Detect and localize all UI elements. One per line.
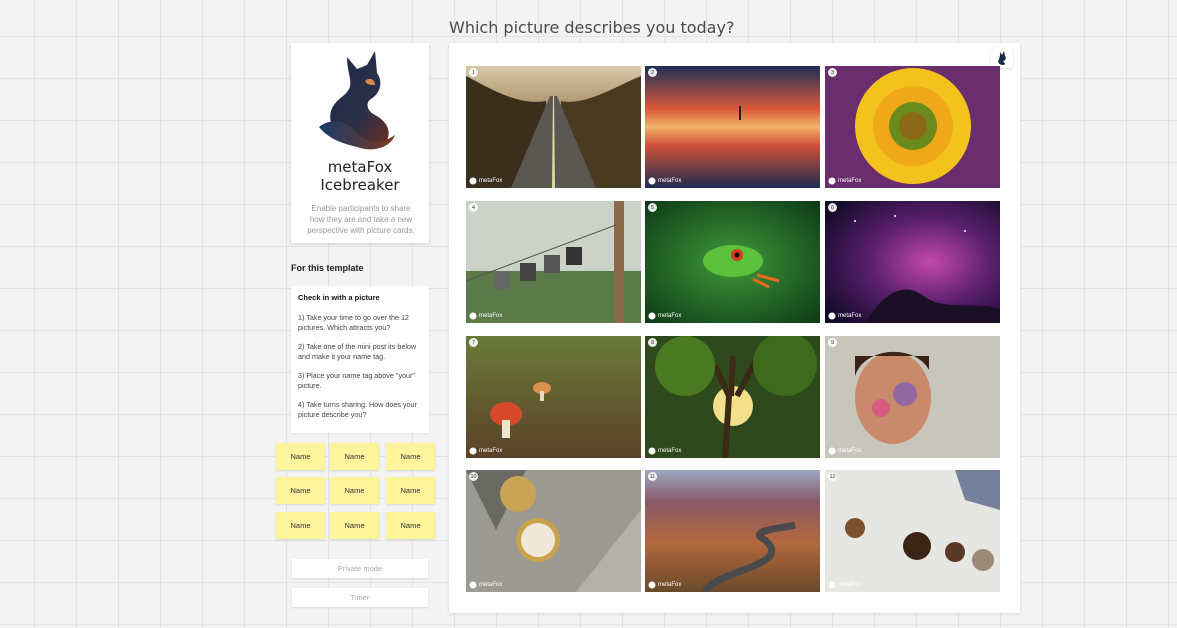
picture-number: 5 xyxy=(648,203,657,212)
watermark-text: metaFox xyxy=(838,178,862,184)
fox-logo-icon xyxy=(319,51,395,150)
name-tag-sticky[interactable]: Name xyxy=(386,477,435,504)
watermark-text: metaFox xyxy=(838,448,862,454)
picture-number: 3 xyxy=(828,68,837,77)
private-mode-button[interactable]: Private mode xyxy=(292,559,428,578)
logo-card[interactable]: metaFox Icebreaker Enable participants t… xyxy=(291,43,429,243)
template-section-heading: For this template xyxy=(291,263,364,273)
child-photo xyxy=(825,336,1000,458)
name-tag-sticky[interactable]: Name xyxy=(276,477,325,504)
watermark: metaFox xyxy=(469,312,502,320)
watermark: metaFox xyxy=(469,177,502,185)
picture-number: 12 xyxy=(828,472,837,481)
picture-number: 8 xyxy=(648,338,657,347)
picture-card-child[interactable]: 9 metaFox xyxy=(825,336,1000,458)
timer-button[interactable]: Timer xyxy=(292,588,428,607)
fox-watermark-icon xyxy=(828,312,836,320)
watermark: metaFox xyxy=(648,447,681,455)
watermark: metaFox xyxy=(828,177,861,185)
watermark-text: metaFox xyxy=(838,313,862,319)
picture-card-frog[interactable]: 5 metaFox xyxy=(645,201,820,323)
desert-road-photo xyxy=(645,470,820,592)
fox-watermark-icon xyxy=(469,447,477,455)
instruction-step-4: 4) Take turns sharing: How does your pic… xyxy=(298,400,417,419)
watermark: metaFox xyxy=(828,447,861,455)
picture-number: 4 xyxy=(469,203,478,212)
picture-number: 2 xyxy=(648,68,657,77)
name-tag-sticky[interactable]: Name xyxy=(386,512,435,539)
fox-watermark-icon xyxy=(828,581,836,589)
watermark: metaFox xyxy=(828,581,861,589)
watermark-text: metaFox xyxy=(479,313,503,319)
watermark: metaFox xyxy=(469,447,502,455)
fox-watermark-icon xyxy=(648,447,656,455)
frog-photo xyxy=(645,201,820,323)
logo-title-line2: Icebreaker xyxy=(320,176,400,194)
name-tag-sticky[interactable]: Name xyxy=(386,443,435,470)
sunflower-photo xyxy=(825,66,1000,188)
mushrooms-photo xyxy=(466,336,641,458)
logo-title: metaFox Icebreaker xyxy=(291,158,429,194)
name-tag-sticky[interactable]: Name xyxy=(330,512,379,539)
picture-card-desert-road[interactable]: 11 metaFox xyxy=(645,470,820,592)
instruction-step-3: 3) Place your name tag above "your" pict… xyxy=(298,371,415,390)
watermark: metaFox xyxy=(828,312,861,320)
watermark-text: metaFox xyxy=(658,178,682,184)
instruction-step-1: 1) Take your time to go over the 12 pict… xyxy=(298,313,409,332)
watermark: metaFox xyxy=(648,581,681,589)
picture-card-clothesline[interactable]: 4 metaFox xyxy=(466,201,641,323)
watermark-text: metaFox xyxy=(479,448,503,454)
picture-card-road[interactable]: 1 metaFox xyxy=(466,66,641,188)
watermark-text: metaFox xyxy=(479,178,503,184)
watermark: metaFox xyxy=(648,177,681,185)
logo-title-line1: metaFox xyxy=(327,158,393,176)
fox-watermark-icon xyxy=(648,312,656,320)
watermark-text: metaFox xyxy=(838,582,862,588)
clothesline-photo xyxy=(466,201,641,323)
watermark: metaFox xyxy=(648,312,681,320)
fox-mini-icon xyxy=(998,51,1006,65)
watermark-text: metaFox xyxy=(658,313,682,319)
picture-number: 6 xyxy=(828,203,837,212)
picture-number: 1 xyxy=(469,68,478,77)
logo-description: Enable participants to share how they ar… xyxy=(307,204,415,235)
tea-table-photo xyxy=(825,470,1000,592)
compass-photo xyxy=(466,470,641,592)
board-avatar-badge[interactable] xyxy=(991,48,1013,68)
name-tag-sticky[interactable]: Name xyxy=(330,443,379,470)
canvas-question: Which picture describes you today? xyxy=(449,18,735,37)
picture-number: 11 xyxy=(648,472,657,481)
fox-watermark-icon xyxy=(469,312,477,320)
instructions-heading: Check in with a picture xyxy=(298,293,380,302)
picture-card-nebula[interactable]: 6 metaFox xyxy=(825,201,1000,323)
picture-number: 7 xyxy=(469,338,478,347)
picture-number: 9 xyxy=(828,338,837,347)
fox-watermark-icon xyxy=(648,177,656,185)
watermark-text: metaFox xyxy=(658,582,682,588)
name-tag-sticky[interactable]: Name xyxy=(330,477,379,504)
fox-watermark-icon xyxy=(828,177,836,185)
name-tag-sticky[interactable]: Name xyxy=(276,512,325,539)
fox-watermark-icon xyxy=(828,447,836,455)
watermark-text: metaFox xyxy=(658,448,682,454)
picture-card-mushrooms[interactable]: 7 metaFox xyxy=(466,336,641,458)
instruction-step-2: 2) Take one of the mini post its below a… xyxy=(298,342,417,361)
tree-photo xyxy=(645,336,820,458)
picture-card-sunflower[interactable]: 3 metaFox xyxy=(825,66,1000,188)
picture-number: 10 xyxy=(469,472,478,481)
sunset-photo xyxy=(645,66,820,188)
fox-watermark-icon xyxy=(469,581,477,589)
fox-watermark-icon xyxy=(648,581,656,589)
road-photo xyxy=(466,66,641,188)
picture-card-tree[interactable]: 8 metaFox xyxy=(645,336,820,458)
watermark-text: metaFox xyxy=(479,582,503,588)
nebula-photo xyxy=(825,201,1000,323)
picture-card-compass[interactable]: 10 metaFox xyxy=(466,470,641,592)
name-tag-sticky[interactable]: Name xyxy=(276,443,325,470)
watermark: metaFox xyxy=(469,581,502,589)
picture-card-sunset[interactable]: 2 metaFox xyxy=(645,66,820,188)
fox-watermark-icon xyxy=(469,177,477,185)
instructions-card[interactable]: Check in with a picture 1) Take your tim… xyxy=(291,286,429,433)
picture-card-tea-table[interactable]: 12 metaFox xyxy=(825,470,1000,592)
